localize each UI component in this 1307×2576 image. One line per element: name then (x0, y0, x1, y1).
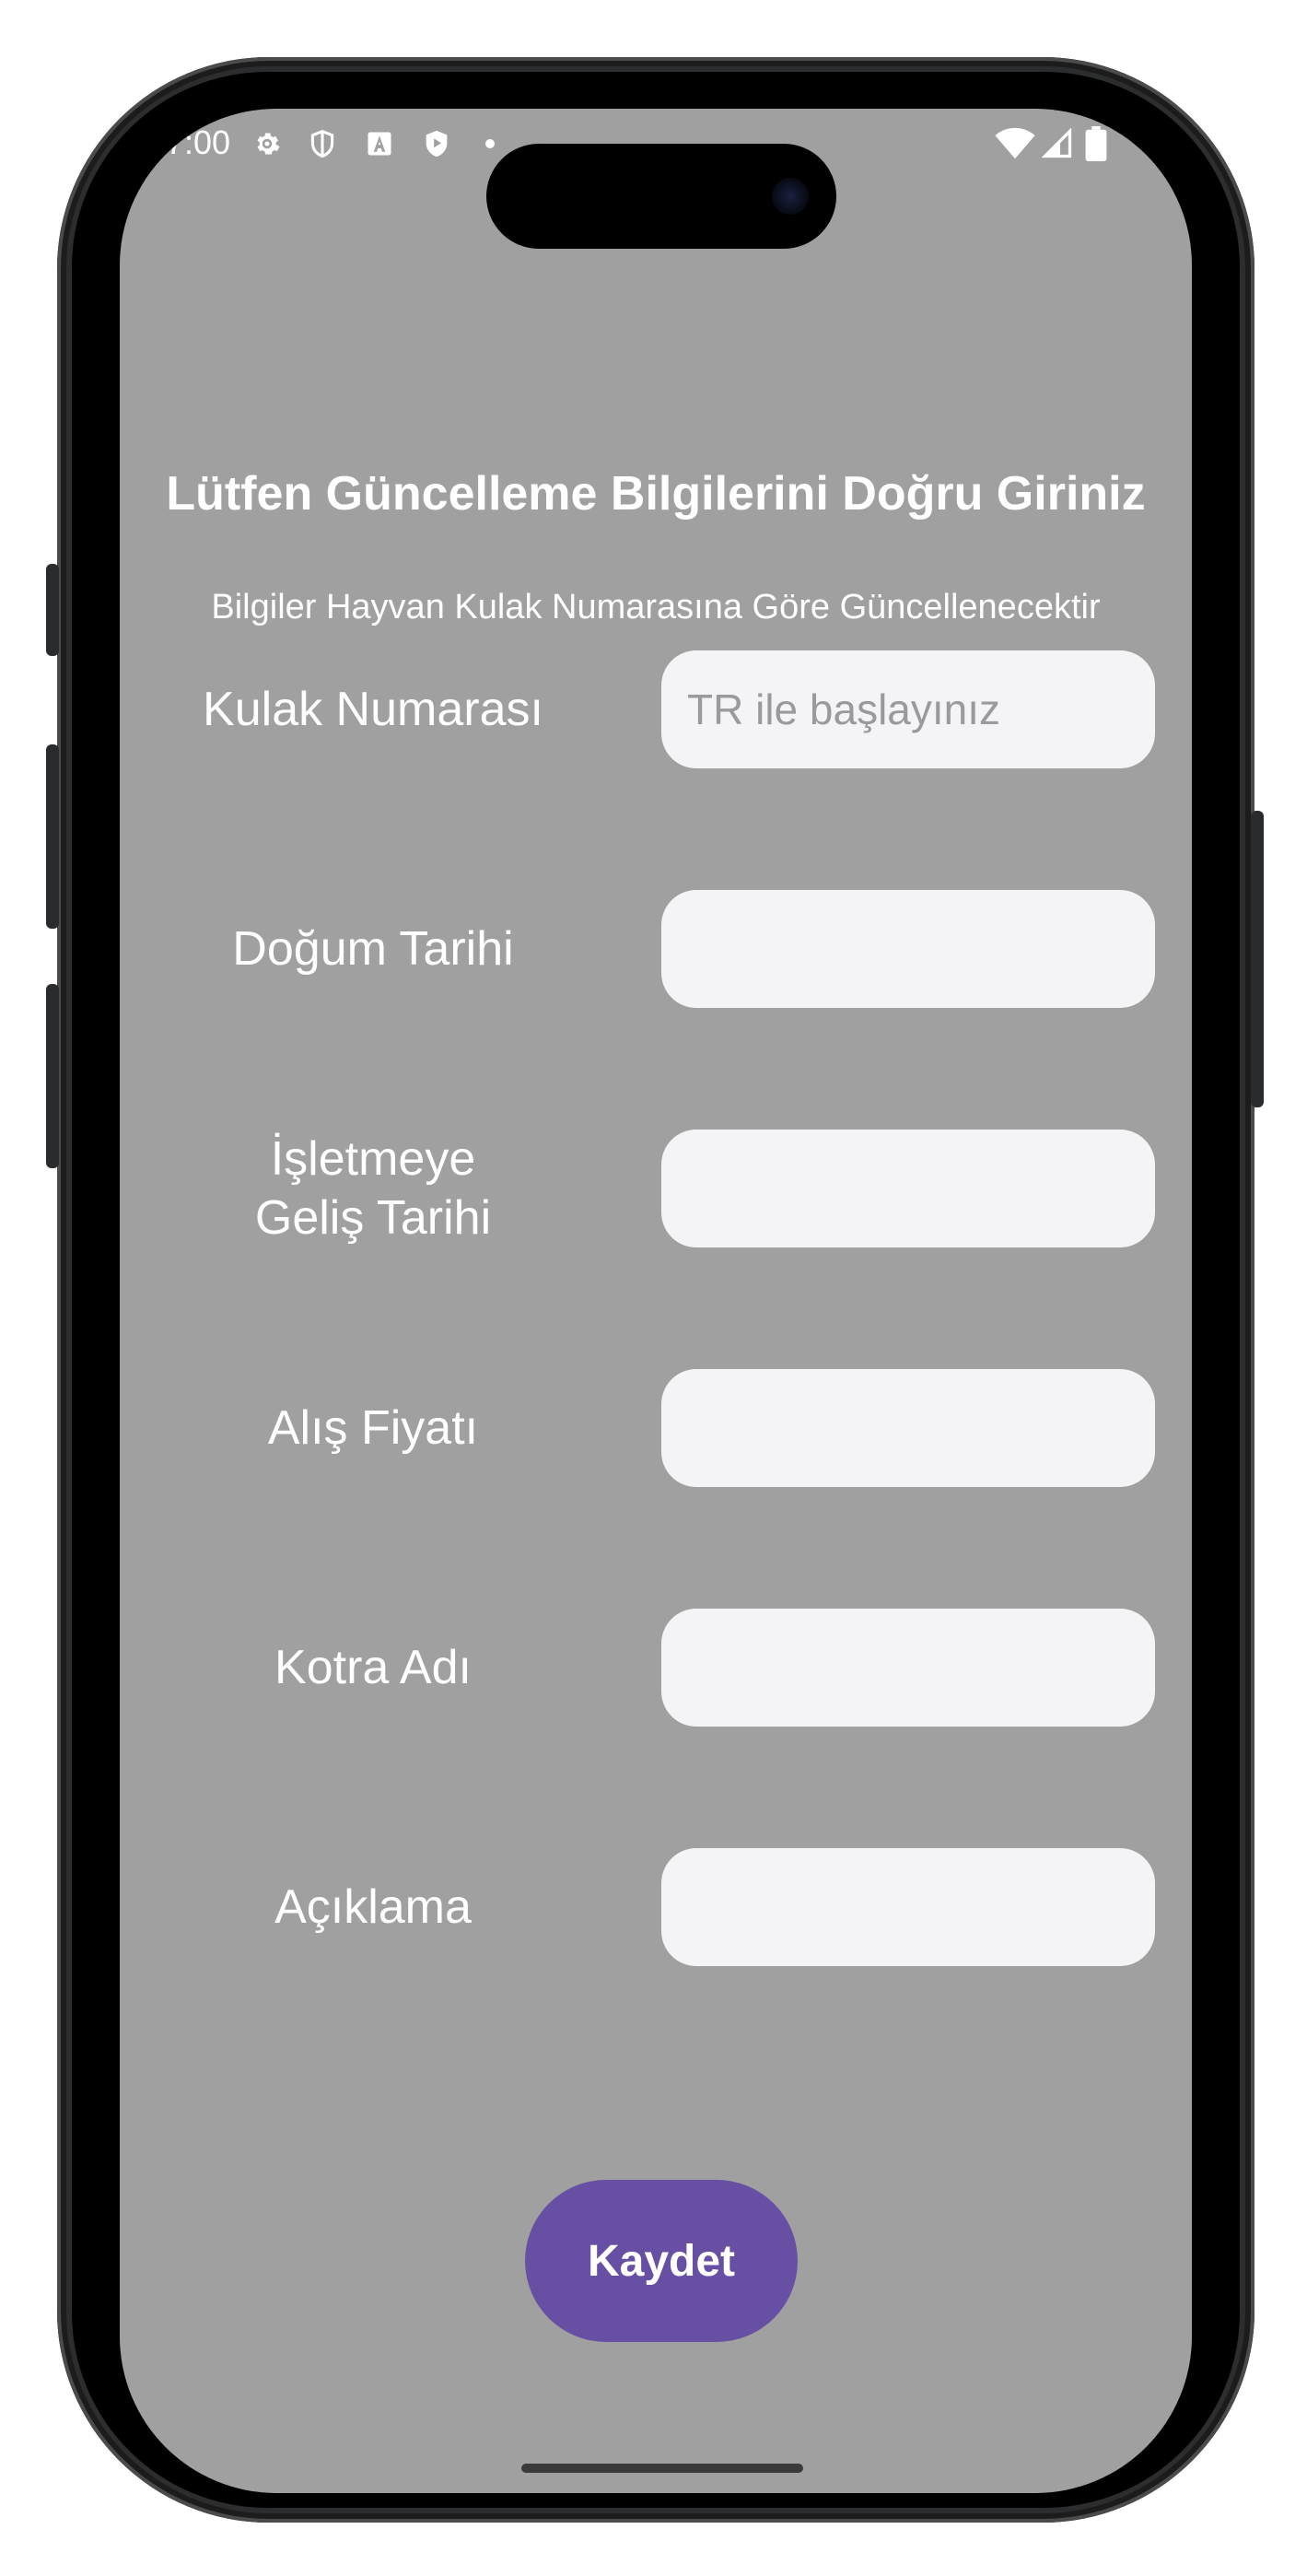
gear-icon (249, 125, 286, 162)
volume-down-button (46, 984, 59, 1168)
app-screen: 7:00 Lütfen Güncelleme Bilgilerini Doğru (120, 109, 1192, 2493)
battery-icon (1078, 125, 1114, 162)
description-input[interactable] (661, 1848, 1155, 1966)
a-box-icon (361, 125, 398, 162)
dynamic-island (486, 144, 836, 249)
power-button (1251, 811, 1264, 1107)
ear-number-input[interactable] (661, 650, 1155, 768)
home-indicator[interactable] (521, 2464, 803, 2473)
shield-icon (304, 125, 341, 162)
arrival-date-label: İşletmeye Geliş Tarihi (254, 1132, 492, 1245)
description-label: Açıklama (274, 1880, 472, 1934)
form-row-birth-date: Doğum Tarihi (120, 890, 1192, 1008)
form-row-pen-name: Kotra Adı (120, 1609, 1192, 1727)
volume-up-button (46, 744, 59, 929)
pen-name-label: Kotra Adı (274, 1641, 472, 1694)
purchase-price-input[interactable] (661, 1369, 1155, 1487)
page-subtitle: Bilgiler Hayvan Kulak Numarasına Göre Gü… (211, 588, 1101, 626)
signal-icon (1039, 125, 1076, 162)
play-shield-icon (418, 125, 455, 162)
save-button[interactable]: Kaydet (525, 2180, 798, 2342)
wifi-icon (993, 125, 1037, 162)
birth-date-label: Doğum Tarihi (232, 922, 514, 976)
pen-name-input[interactable] (661, 1609, 1155, 1727)
form-row-ear-number: Kulak Numarası (120, 650, 1192, 768)
form-row-purchase-price: Alış Fiyatı (120, 1369, 1192, 1487)
birth-date-input[interactable] (661, 890, 1155, 1008)
ear-number-label: Kulak Numarası (203, 683, 543, 736)
camera-icon (772, 178, 809, 215)
page-title: Lütfen Güncelleme Bilgilerini Doğru Giri… (166, 467, 1146, 521)
form-row-description: Açıklama (120, 1848, 1192, 1966)
purchase-price-label: Alış Fiyatı (267, 1401, 479, 1455)
action-button (46, 564, 59, 656)
form-row-arrival-date: İşletmeye Geliş Tarihi (120, 1130, 1192, 1247)
arrival-date-input[interactable] (661, 1130, 1155, 1247)
status-time: 7:00 (166, 123, 231, 161)
